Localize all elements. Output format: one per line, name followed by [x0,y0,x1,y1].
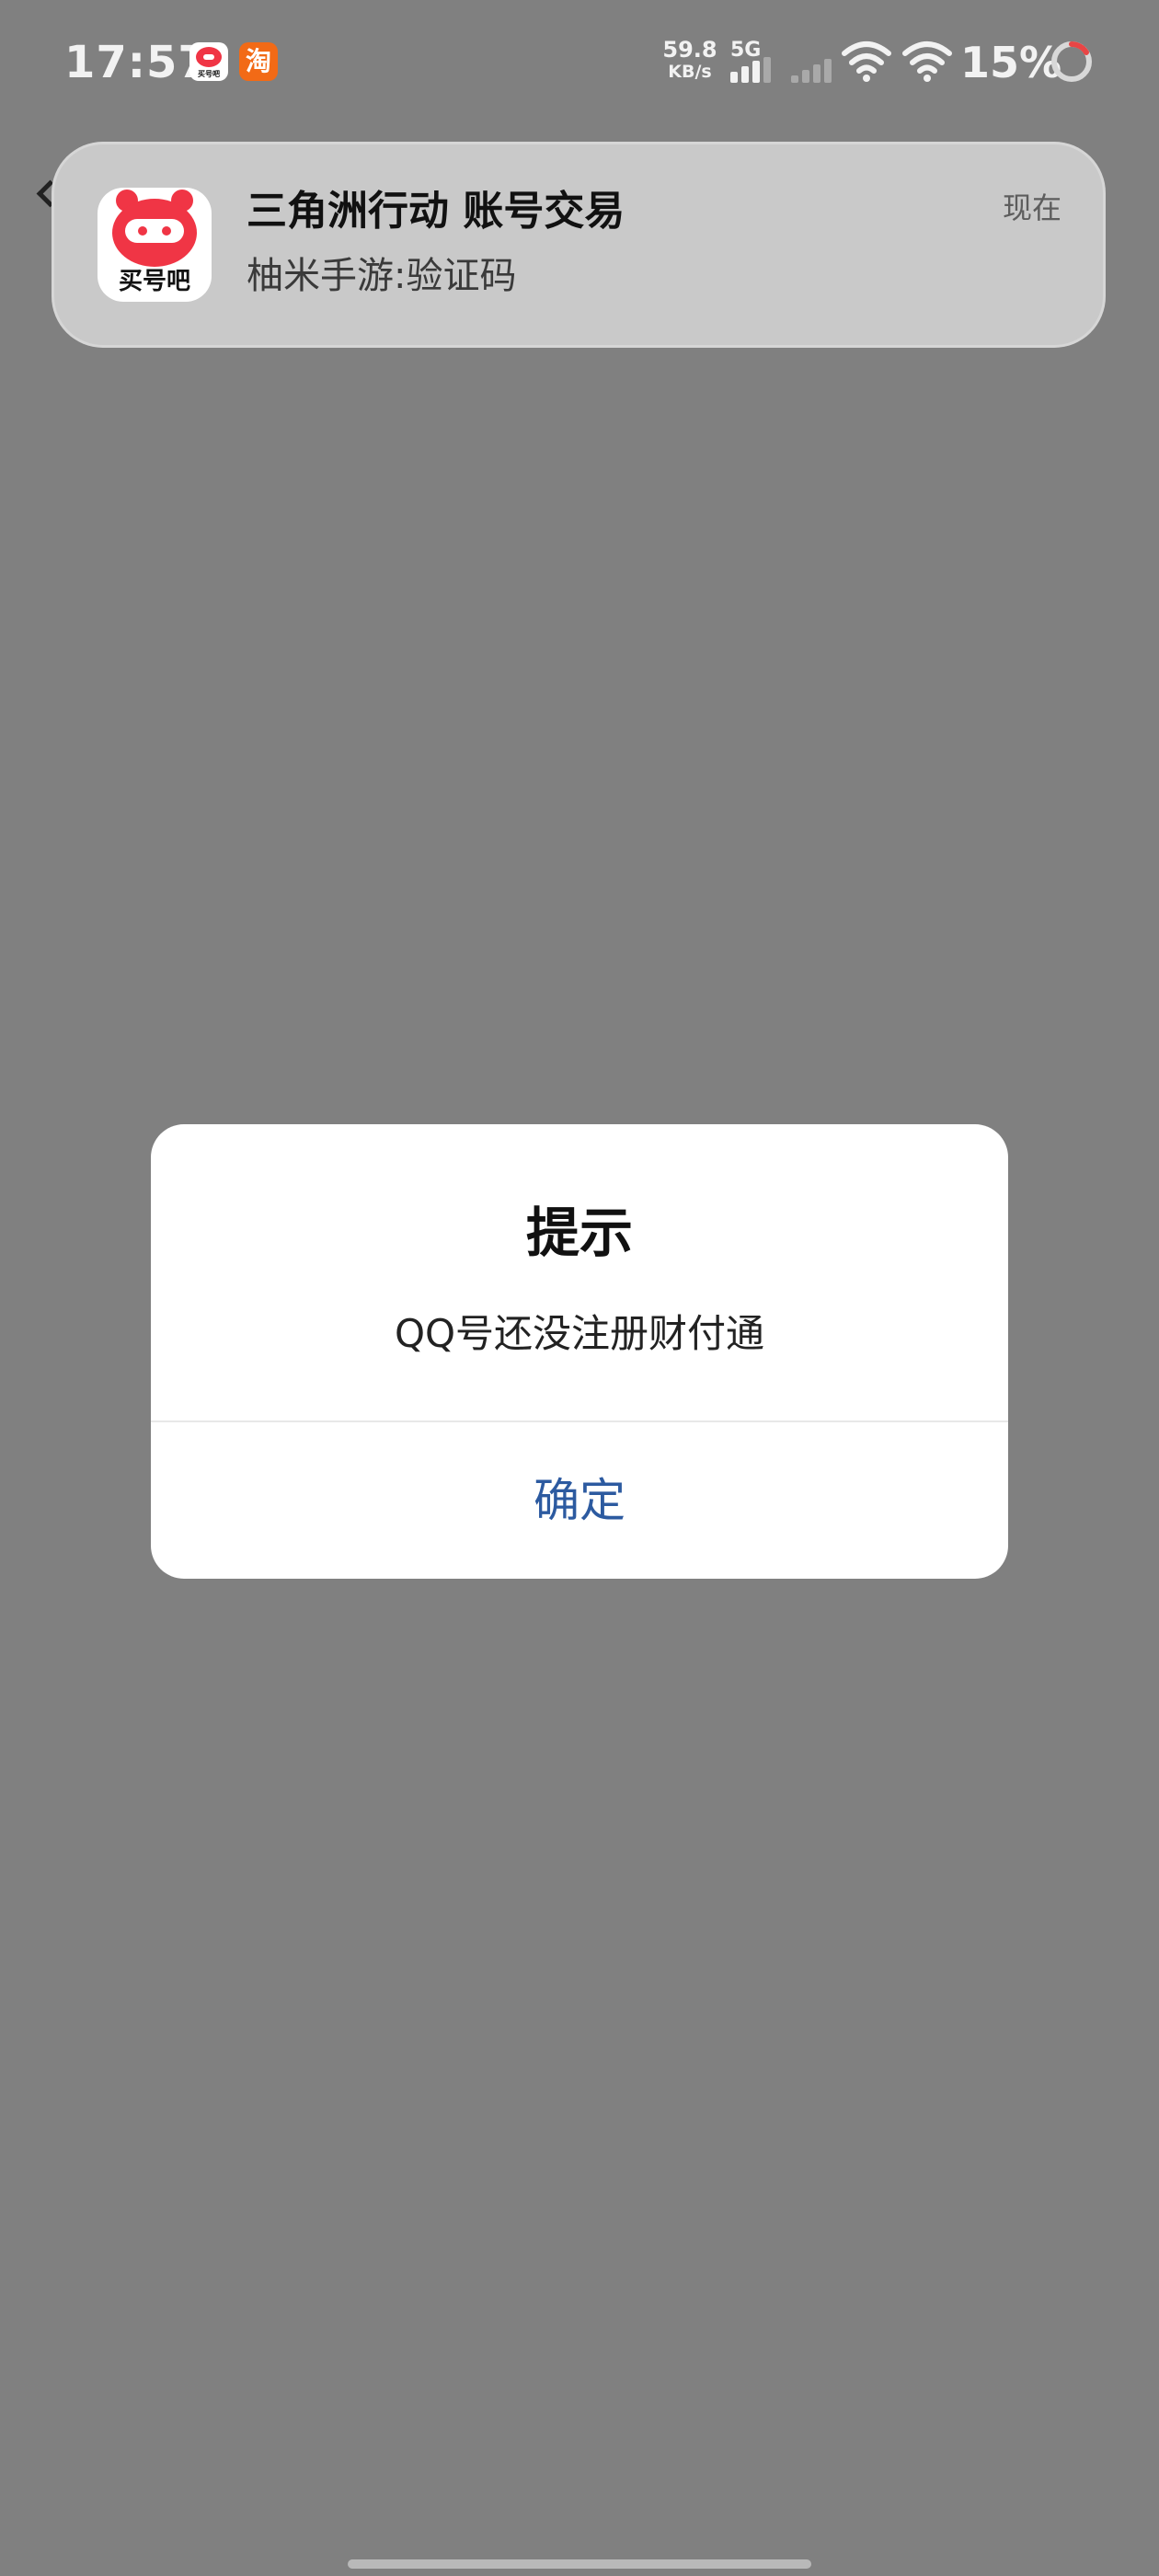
maihaoba-face-icon [196,47,222,67]
app-icon-brand-text: 买号吧 [118,268,190,295]
app-icon-eye-right [162,226,171,236]
taobao-app-icon: 淘 [239,42,278,81]
signal-icon [730,57,771,83]
battery-ring-icon [1051,41,1092,82]
home-indicator[interactable] [348,2559,811,2569]
network-speed: 59.8 KB/s [662,39,717,83]
notification-banner[interactable]: 买号吧 三角洲行动 账号交易 柚米手游:验证码 现在 [52,142,1106,348]
notification-body: 柚米手游:验证码 [247,255,517,297]
status-time: 17:57 [64,37,210,88]
maihaoba-app-icon: 买号吧 [189,42,228,81]
wifi-plus-icon [842,41,891,82]
confirm-button[interactable]: 确定 [151,1422,1008,1579]
network-speed-value: 59.8 [662,37,717,63]
dialog-title: 提示 [525,1202,633,1264]
status-bar: 17:57 买号吧 淘 59.8 KB/s 5G 15% [0,0,1159,129]
notification-app-icon: 买号吧 [98,188,212,302]
wifi-icon [902,41,952,82]
alert-dialog: 提示 QQ号还没注册财付通 确定 [151,1124,1008,1579]
notification-title: 三角洲行动 账号交易 [247,188,625,235]
app-icon-eye-left [138,226,147,236]
signal-secondary-icon [791,59,832,83]
dialog-message: QQ号还没注册财付通 [394,1311,765,1356]
maihaoba-mini-label: 买号吧 [198,70,220,78]
maihaoba-visor-icon [203,54,214,60]
notification-time: 现在 [1002,190,1061,225]
battery-percentage: 15% [960,38,1062,87]
app-icon-visor [125,219,184,243]
network-speed-unit: KB/s [668,62,712,82]
